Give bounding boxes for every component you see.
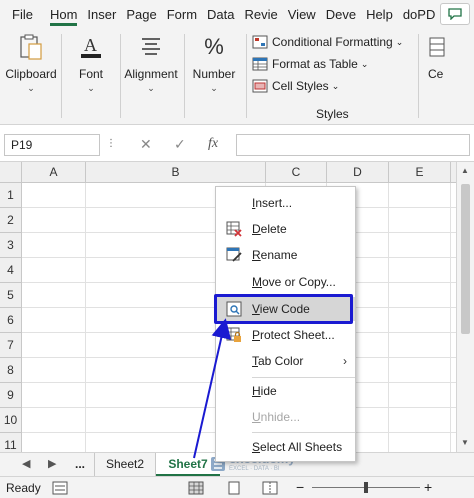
callout-arrow [193,318,232,459]
